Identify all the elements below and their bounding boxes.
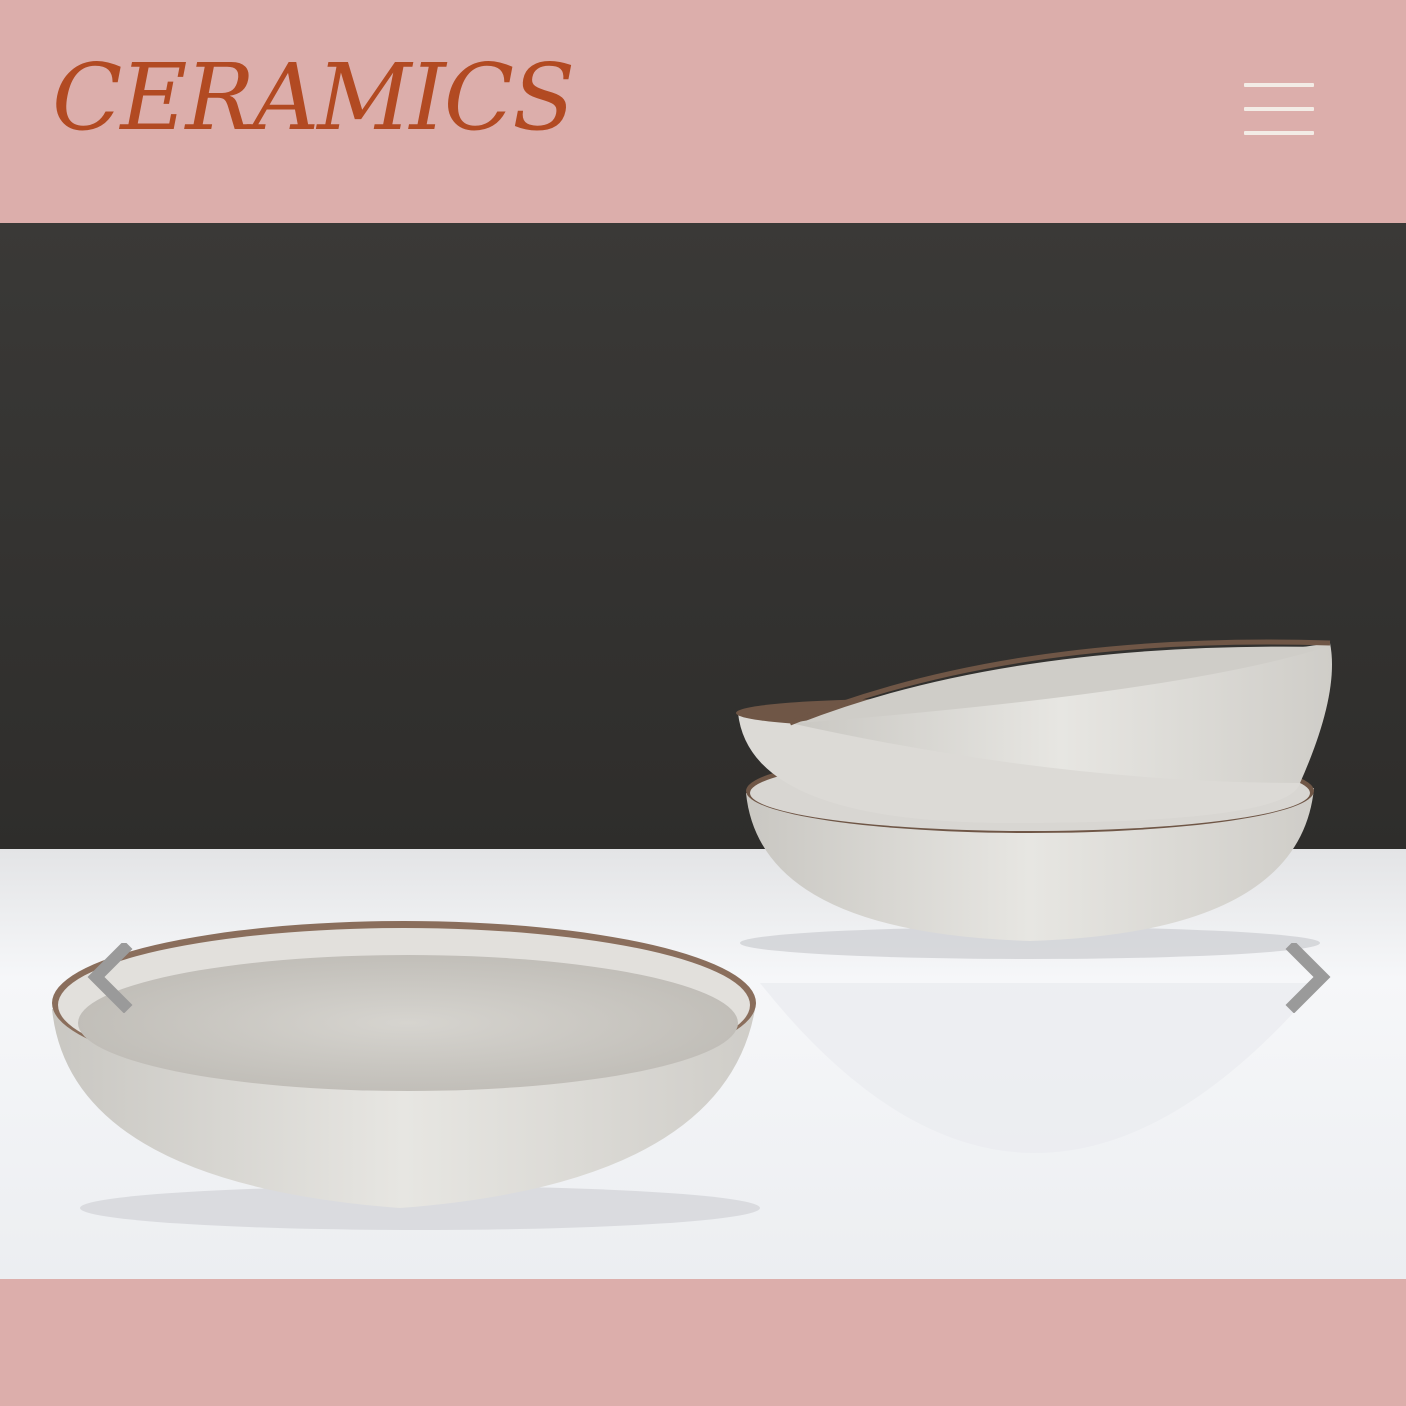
site-logo[interactable]: CERAMICS (52, 52, 575, 144)
site-header: CERAMICS (0, 0, 1406, 223)
menu-line (1244, 83, 1314, 87)
chevron-left-icon (87, 943, 133, 1013)
carousel-next-button[interactable] (1276, 943, 1336, 1013)
ceramic-bowls-photo (0, 223, 1406, 1279)
site-footer (0, 1279, 1406, 1406)
image-carousel (0, 223, 1406, 1279)
carousel-prev-button[interactable] (82, 943, 142, 1013)
menu-line (1244, 107, 1314, 111)
menu-line (1244, 131, 1314, 135)
chevron-right-icon (1285, 943, 1331, 1013)
hamburger-menu-icon[interactable] (1240, 78, 1320, 142)
